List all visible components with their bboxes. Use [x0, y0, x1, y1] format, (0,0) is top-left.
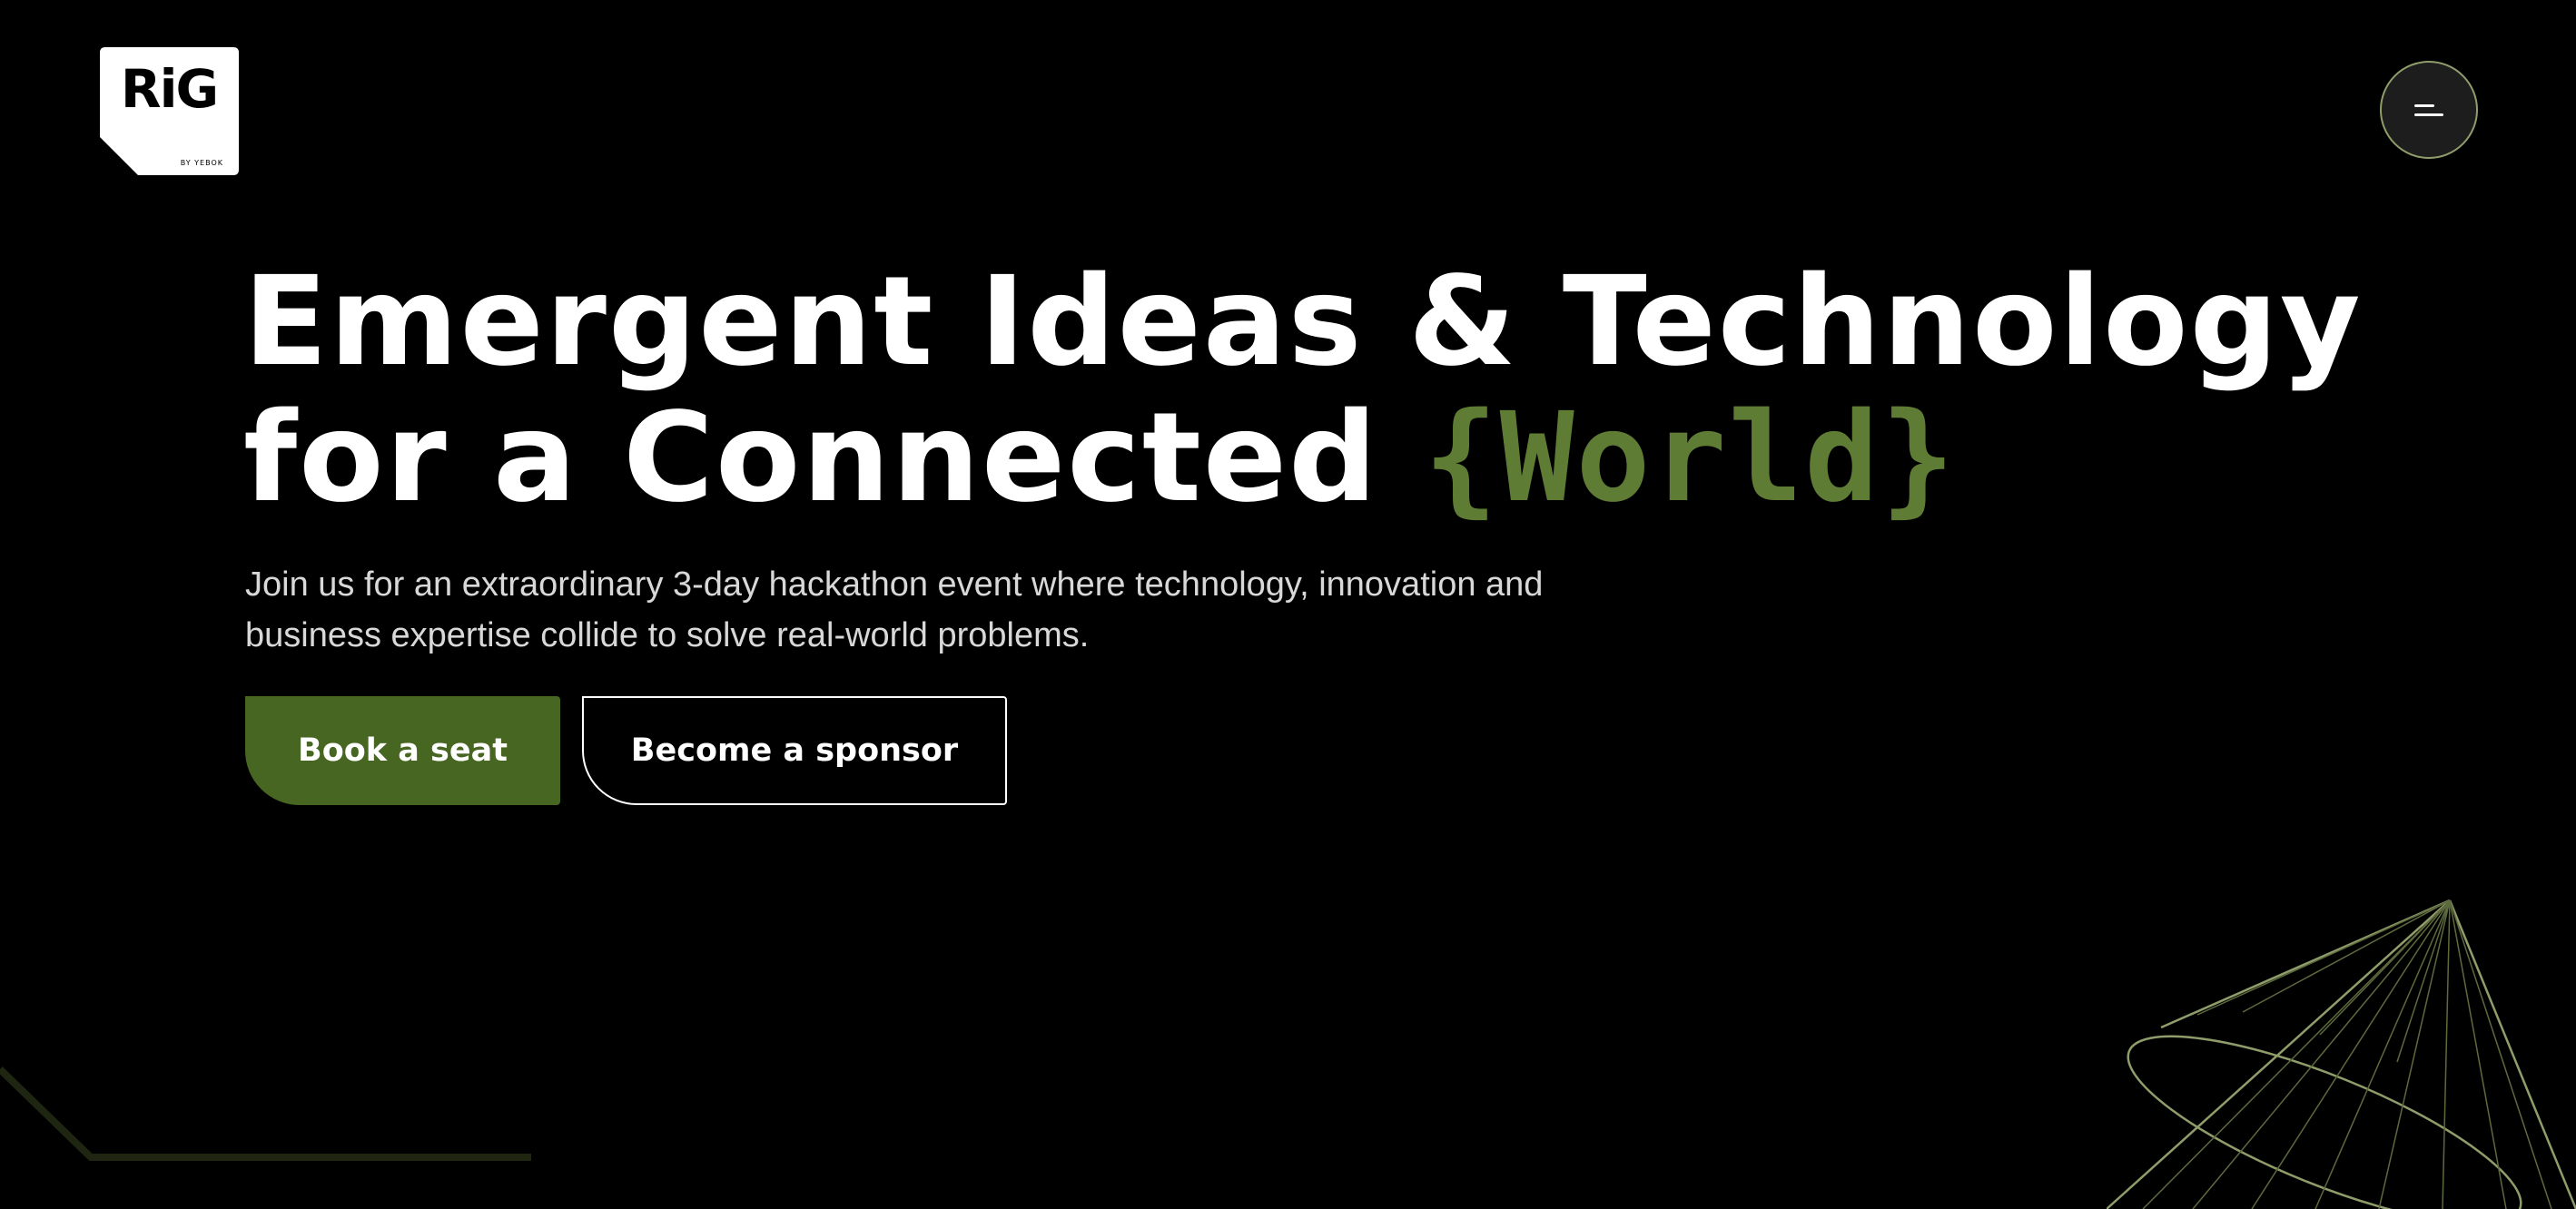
- svg-text:BY YEBOK: BY YEBOK: [181, 159, 223, 167]
- menu-icon: [2414, 103, 2443, 117]
- menu-button[interactable]: [2380, 61, 2478, 159]
- hero-title-line2-prefix: for a Connected: [243, 387, 1424, 530]
- hero-title: Emergent Ideas & Technology for a Connec…: [243, 254, 2363, 526]
- rig-logo[interactable]: RiG BY YEBOK: [100, 47, 239, 175]
- svg-text:RiG: RiG: [121, 58, 217, 120]
- book-seat-button[interactable]: Book a seat: [245, 696, 560, 805]
- hero-description: Join us for an extraordinary 3-day hacka…: [245, 565, 1544, 654]
- hero-title-accent: {World}: [1423, 387, 1957, 530]
- wireframe-cone-icon: [2107, 899, 2576, 1209]
- logo-badge-icon: RiG BY YEBOK: [100, 47, 239, 175]
- decorative-line-icon: [0, 1066, 531, 1161]
- become-sponsor-button[interactable]: Become a sponsor: [582, 696, 1007, 805]
- hero-title-line1: Emergent Ideas & Technology: [243, 251, 2363, 394]
- hero-title-line2: for a Connected {World}: [243, 390, 2363, 526]
